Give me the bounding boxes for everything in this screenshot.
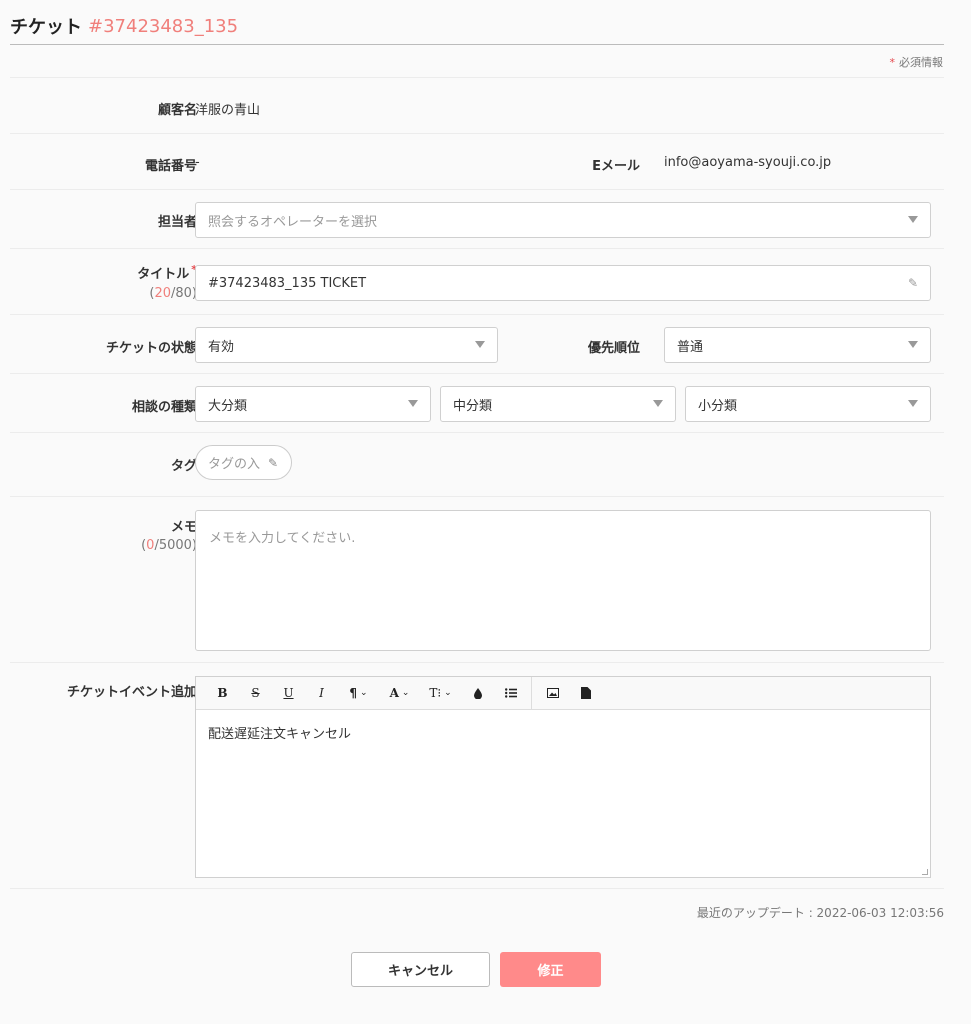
list-icon[interactable]: [494, 677, 527, 710]
title-label-text: タイトル: [137, 267, 190, 282]
required-note: * 必須情報: [890, 54, 944, 70]
file-icon[interactable]: [569, 677, 602, 710]
event-editor[interactable]: B S U I ¶ ⌄ A ⌄ T⁝ ⌄ 配送遅延注文キャンセル: [195, 676, 931, 878]
priority-select[interactable]: 普通: [664, 327, 931, 363]
priority-label: 優先順位: [587, 341, 640, 356]
category-small-value: 小分類: [698, 398, 738, 414]
paragraph-dropdown[interactable]: ¶ ⌄: [338, 677, 379, 710]
memo-textarea[interactable]: メモを入力してください.: [195, 510, 931, 651]
memo-char-count: (0/5000): [141, 538, 197, 553]
paragraph-icon: ¶: [349, 686, 358, 700]
ink-drop-icon[interactable]: [461, 677, 494, 710]
cancel-button[interactable]: キャンセル: [351, 952, 490, 987]
caret-down-icon: [653, 400, 663, 407]
status-label: チケットの状態: [105, 341, 197, 356]
phone-value: -: [195, 155, 200, 170]
title-input-value: #37423483_135 TICKET: [208, 275, 367, 291]
tag-placeholder: タグの入: [208, 457, 261, 472]
font-color-icon: A: [389, 686, 399, 700]
font-size-icon: T⁝: [429, 686, 442, 700]
bold-button[interactable]: B: [206, 677, 239, 710]
resize-handle[interactable]: [922, 869, 928, 875]
editor-toolbar: B S U I ¶ ⌄ A ⌄ T⁝ ⌄: [196, 676, 930, 710]
last-updated: 最近のアップデート : 2022-06-03 12:03:56: [696, 906, 944, 920]
email-label: Eメール: [592, 159, 640, 174]
caret-down-icon: [908, 341, 918, 348]
status-select[interactable]: 有効: [195, 327, 498, 363]
submit-button[interactable]: 修正: [500, 952, 601, 987]
assignee-label: 担当者: [157, 215, 197, 230]
customer-row: [10, 78, 944, 134]
font-size-dropdown[interactable]: T⁝ ⌄: [420, 677, 461, 710]
status-value: 有効: [208, 339, 235, 355]
underline-button[interactable]: U: [272, 677, 305, 710]
title-count-current: 20: [154, 286, 171, 301]
chevron-down-icon: ⌄: [360, 688, 368, 698]
customer-label: 顧客名: [157, 103, 197, 118]
pencil-icon: ✎: [268, 455, 279, 470]
assignee-select[interactable]: 照会するオペレーターを選択: [195, 202, 931, 238]
memo-label: メモ: [170, 520, 197, 535]
title-char-count: (20/80): [149, 286, 197, 301]
pencil-icon: ✎: [907, 276, 918, 290]
category-large-select[interactable]: 大分類: [195, 386, 431, 422]
category-medium-select[interactable]: 中分類: [440, 386, 676, 422]
customer-value: 洋服の青山: [195, 103, 261, 118]
required-note-text: 必須情報: [899, 56, 943, 69]
page-title: チケット: [10, 17, 82, 38]
title-count-max: /80): [171, 286, 197, 301]
caret-down-icon: [475, 341, 485, 348]
editor-content[interactable]: 配送遅延注文キャンセル: [196, 710, 930, 755]
tag-input[interactable]: タグの入 ✎: [195, 445, 292, 480]
page-header: チケット #37423483_135: [10, 8, 944, 45]
tag-row: [10, 433, 944, 497]
tag-label: タグ: [170, 459, 197, 474]
title-label: タイトル*: [137, 263, 197, 282]
category-large-value: 大分類: [208, 398, 248, 414]
priority-value: 普通: [677, 339, 704, 355]
phone-label: 電話番号: [144, 159, 197, 174]
email-value: info@aoyama-syouji.co.jp: [664, 155, 832, 170]
caret-down-icon: [908, 216, 918, 223]
strikethrough-button[interactable]: S: [239, 677, 272, 710]
title-input[interactable]: #37423483_135 TICKET ✎: [195, 265, 931, 301]
memo-count-max: /5000): [154, 538, 197, 553]
caret-down-icon: [908, 400, 918, 407]
category-label: 相談の種類: [131, 400, 197, 415]
required-star: *: [889, 56, 896, 69]
image-icon[interactable]: [536, 677, 569, 710]
memo-placeholder: メモを入力してください.: [209, 531, 356, 546]
toolbar-divider: [531, 676, 532, 710]
category-small-select[interactable]: 小分類: [685, 386, 931, 422]
font-color-dropdown[interactable]: A ⌄: [379, 677, 420, 710]
category-medium-value: 中分類: [453, 398, 493, 414]
event-label: チケットイベント追加: [66, 685, 197, 700]
caret-down-icon: [408, 400, 418, 407]
chevron-down-icon: ⌄: [401, 688, 410, 698]
ticket-id: #37423483_135: [88, 15, 239, 37]
chevron-down-icon: ⌄: [444, 688, 452, 698]
italic-button[interactable]: I: [305, 677, 338, 710]
assignee-placeholder: 照会するオペレーターを選択: [208, 214, 378, 230]
